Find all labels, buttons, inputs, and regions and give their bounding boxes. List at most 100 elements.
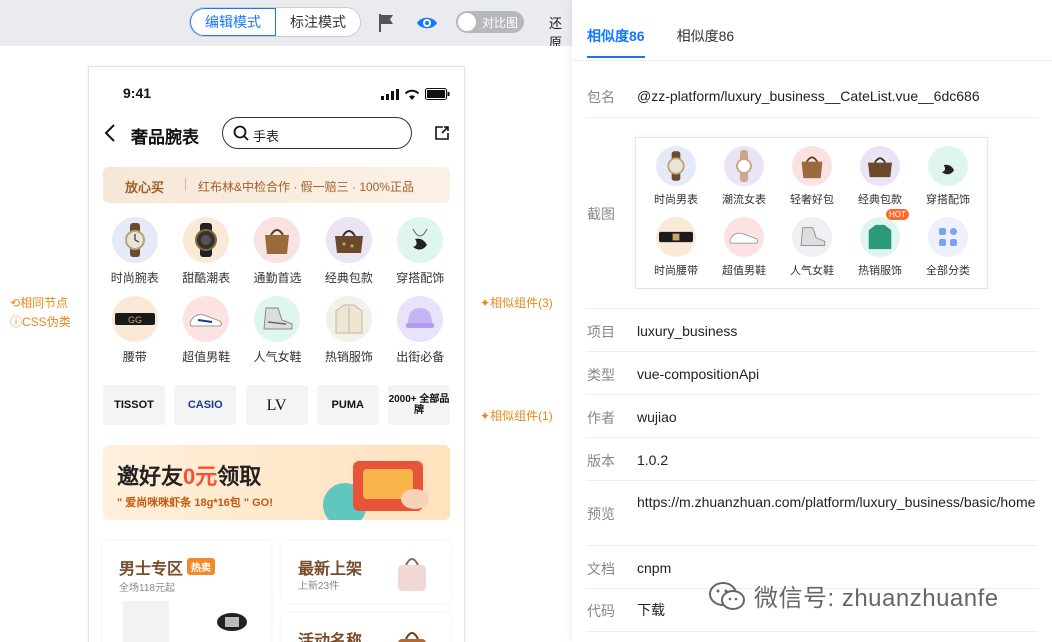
- men-zone-card[interactable]: 男士专区 热卖 全场118元起: [103, 541, 271, 642]
- belt-product-icon: [217, 613, 247, 631]
- gift-box-icon: [323, 461, 429, 520]
- edit-mode-button[interactable]: 编辑模式: [190, 8, 276, 36]
- handbag-icon: [792, 146, 832, 186]
- share-icon[interactable]: [434, 125, 450, 141]
- detail-panel: 相似度86 相似度86 包名 @zz-platform/luxury_busin…: [572, 0, 1052, 642]
- brand-all[interactable]: 2000+ 全部品牌: [388, 385, 450, 425]
- category-item[interactable]: 热销服饰: [313, 296, 384, 365]
- new-arrival-card[interactable]: 最新上架 上新23件: [282, 541, 450, 603]
- row-author: 作者 wujiao: [587, 395, 1037, 438]
- screenshot-item: HOT 热销服饰: [846, 209, 914, 278]
- preview-link[interactable]: https://m.zhuanzhuan.com/platform/luxury…: [637, 491, 1042, 513]
- screenshot-item: 时尚腰带: [642, 217, 710, 278]
- screenshot-item: 潮流女表: [710, 146, 778, 207]
- toggle-knob: [458, 13, 476, 31]
- pink-bag-icon: [398, 558, 426, 591]
- similarity-tabs: 相似度86 相似度86: [587, 26, 734, 58]
- monogram-bag-icon: [325, 217, 372, 263]
- category-item[interactable]: 出街必备: [385, 296, 456, 365]
- high-top-sneaker-icon: [792, 217, 832, 257]
- brand-tissot[interactable]: TISSOT: [103, 385, 165, 425]
- category-item[interactable]: GG 腰带: [99, 296, 170, 365]
- category-item[interactable]: 时尚腕表: [99, 217, 170, 286]
- eye-icon[interactable]: [416, 12, 438, 34]
- brown-bag-icon: [398, 632, 426, 642]
- tab-divider: [572, 60, 1052, 61]
- phone-preview: 9:41 奢品腕表 手表 放心买 红布林&中检合作 · 假一赔三 · 100%正…: [88, 66, 465, 642]
- puzzle-icon: ✦: [480, 296, 491, 310]
- category-grid: 时尚腕表 甜酷潮表 通勤首选 经典包款 穿搭配饰 GG 腰带 超值男鞋 人气女鞋…: [99, 217, 456, 365]
- search-input[interactable]: 手表: [222, 117, 412, 149]
- trust-banner[interactable]: 放心买 红布林&中检合作 · 假一赔三 · 100%正品: [103, 167, 450, 203]
- swan-necklace-icon: [397, 217, 444, 263]
- nav-bar: 奢品腕表 手表: [89, 117, 464, 151]
- banner-title: 邀好友0元领取: [117, 464, 262, 489]
- brand-casio[interactable]: CASIO: [174, 385, 237, 425]
- compare-toggle[interactable]: 对比图: [456, 11, 524, 33]
- puzzle-icon: ✦: [480, 409, 491, 423]
- card-subtitle: 全场118元起: [119, 583, 175, 594]
- wechat-watermark: 微信号: zhuanzhuanfe: [708, 578, 999, 613]
- package-name: @zz-platform/luxury_business__CateList.v…: [637, 88, 980, 104]
- jacket-icon: [325, 296, 372, 342]
- refresh-icon: ⟲: [10, 296, 21, 310]
- category-item[interactable]: 超值男鞋: [170, 296, 241, 365]
- info-icon: ⓘ: [10, 315, 23, 329]
- row-package: 包名 @zz-platform/luxury_business__CateLis…: [587, 75, 1037, 118]
- annotate-mode-button[interactable]: 标注模式: [276, 8, 360, 36]
- category-item[interactable]: 穿搭配饰: [385, 217, 456, 286]
- high-top-sneaker-icon: [254, 296, 301, 342]
- css-pseudo-note[interactable]: ⓘCSS伪类: [10, 313, 71, 330]
- hot-badge: HOT: [886, 209, 909, 220]
- component-screenshot[interactable]: 时尚男表 潮流女表 轻奢好包 经典包款 穿搭配饰 时尚腰带 超值男鞋 人气女鞋 …: [635, 137, 988, 289]
- similar-component-1[interactable]: ✦相似组件(1): [480, 407, 553, 424]
- tote-bag-icon: [254, 217, 301, 263]
- screenshot-item: 人气女鞋: [778, 217, 846, 278]
- signal-icon: [381, 88, 399, 100]
- monogram-bag-icon: [860, 146, 900, 186]
- search-icon: [233, 125, 249, 141]
- screenshot-item: 轻奢好包: [778, 146, 846, 207]
- category-item[interactable]: 经典包款: [313, 217, 384, 286]
- brand-row: TISSOT CASIO LV PUMA 2000+ 全部品牌: [103, 385, 450, 425]
- watch-icon: [111, 217, 158, 263]
- screenshot-item: 全部分类: [914, 217, 982, 278]
- brand-lv[interactable]: LV: [245, 385, 308, 425]
- tab-similarity-1[interactable]: 相似度86: [587, 26, 645, 58]
- same-node-note[interactable]: ⟲相同节点: [10, 294, 68, 311]
- trust-tag: 放心买: [125, 180, 165, 195]
- svg-text:GG: GG: [128, 315, 142, 325]
- belt-icon: GG: [111, 296, 158, 342]
- belt-icon: [656, 217, 696, 257]
- grid-icon: [928, 217, 968, 257]
- banner-subtitle: " 爱尚咪咪虾条 18g*16包 " GO!: [117, 497, 273, 509]
- back-arrow-icon[interactable]: [103, 123, 117, 143]
- similar-component-3[interactable]: ✦相似组件(3): [480, 294, 553, 311]
- sneaker-icon: [724, 217, 764, 257]
- activity-card[interactable]: 活动名称: [282, 613, 450, 642]
- status-icons: [381, 88, 450, 100]
- top-toolbar: 编辑模式 标注模式 对比图 还原: [0, 0, 572, 50]
- card-title: 男士专区 热卖: [119, 555, 216, 579]
- screenshot-grid: 时尚男表 潮流女表 轻奢好包 经典包款 穿搭配饰 时尚腰带 超值男鞋 人气女鞋 …: [642, 146, 982, 278]
- cap-icon: [397, 296, 444, 342]
- screenshot-item: 穿搭配饰: [914, 146, 982, 207]
- hot-badge: 热卖: [187, 558, 216, 575]
- category-item[interactable]: 人气女鞋: [242, 296, 313, 365]
- flag-icon[interactable]: [376, 12, 398, 34]
- swan-necklace-icon: [928, 146, 968, 186]
- sneaker-icon: [183, 296, 230, 342]
- screenshot-item: 经典包款: [846, 146, 914, 207]
- tab-similarity-2[interactable]: 相似度86: [677, 26, 735, 58]
- category-item[interactable]: 甜酷潮表: [170, 217, 241, 286]
- page-title: 奢品腕表: [131, 128, 199, 147]
- card-subtitle: 上新23件: [298, 581, 340, 592]
- category-item[interactable]: 通勤首选: [242, 217, 313, 286]
- docs-link[interactable]: cnpm: [637, 557, 1042, 579]
- trust-divider: [185, 178, 186, 191]
- invite-banner[interactable]: 邀好友0元领取 " 爱尚咪咪虾条 18g*16包 " GO!: [103, 445, 450, 520]
- brand-puma[interactable]: PUMA: [316, 385, 379, 425]
- wechat-icon: [709, 581, 745, 610]
- wifi-icon: [404, 89, 420, 100]
- product-placeholder: [123, 601, 169, 642]
